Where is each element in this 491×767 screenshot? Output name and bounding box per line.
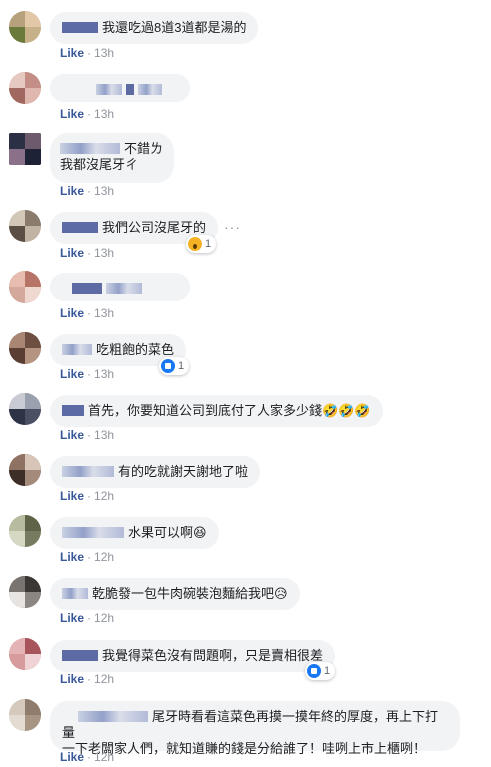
commenter-name-blurred[interactable] (62, 222, 98, 233)
reaction-count: 1 (178, 360, 185, 372)
emoji-rofl: 🤣🤣🤣 (322, 404, 371, 419)
comment-bubble: 不錯ㄌ 我都沒尾牙ㄔ (50, 133, 174, 183)
comment-text: 水果可以啊 (128, 525, 194, 540)
commenter-name-blurred (126, 84, 134, 95)
comment-meta: Like · 12h (60, 611, 115, 625)
avatar[interactable] (9, 72, 41, 104)
comment-meta: Like · 12h (60, 672, 115, 686)
comment-time[interactable]: 12h (94, 489, 114, 503)
comment-bubble: 我還吃過8道3道都是湯的 (50, 12, 259, 44)
comment-meta: Like · 12h (60, 750, 115, 764)
commenter-name-blurred[interactable] (62, 344, 92, 355)
avatar[interactable] (9, 11, 41, 43)
commenter-name-blurred[interactable] (60, 143, 120, 154)
commenter-name-blurred[interactable] (62, 588, 88, 599)
like-link[interactable]: Like (60, 611, 84, 625)
comment-meta: Like · 13h (60, 184, 115, 198)
more-options-icon[interactable]: ··· (224, 219, 241, 235)
commenter-name-blurred[interactable] (62, 405, 84, 416)
avatar[interactable] (9, 515, 41, 547)
comment-text: 乾脆發一包牛肉碗裝泡麵給我吧 (92, 586, 275, 601)
commenter-name-blurred[interactable] (96, 84, 122, 95)
comment-text: 我還吃過8道3道都是湯的 (102, 20, 247, 35)
emoji-laughing: 😆 (193, 526, 207, 541)
comment-meta: Like · 13h (60, 46, 115, 60)
reaction-count: 1 (324, 665, 331, 677)
comment-text-line2: 我都沒尾牙ㄔ (60, 157, 139, 172)
comment-text-blurred (106, 283, 142, 294)
comment-bubble (50, 273, 190, 301)
comment-text-line2: 一下老闆家人們，就知道賺的錢是分給誰了！哇咧上市上櫃咧！ (62, 741, 427, 756)
commenter-name-blurred[interactable] (72, 283, 102, 294)
comment-bubble: 首先，你要知道公司到底付了人家多少錢🤣🤣🤣 (50, 395, 383, 427)
avatar[interactable] (9, 699, 41, 731)
comment-text-blurred (138, 84, 162, 95)
like-link[interactable]: Like (60, 107, 84, 121)
commenter-name-blurred[interactable] (78, 711, 148, 722)
like-link[interactable]: Like (60, 246, 84, 260)
comment-time[interactable]: 13h (94, 306, 114, 320)
commenter-name-blurred[interactable] (62, 527, 124, 538)
like-icon (161, 359, 175, 373)
like-link[interactable]: Like (60, 184, 84, 198)
comment-meta: Like · 13h (60, 107, 115, 121)
like-link[interactable]: Like (60, 46, 84, 60)
comment-bubble: 我覺得菜色沒有問題啊，只是賣相很差 (50, 640, 336, 672)
comment-meta: Like · 13h (60, 306, 115, 320)
comment-time[interactable]: 13h (94, 367, 114, 381)
comment-time[interactable]: 12h (94, 611, 114, 625)
comment-text: 我覺得菜色沒有問題啊，只是賣相很差 (102, 648, 324, 663)
commenter-name-blurred[interactable] (62, 650, 98, 661)
avatar[interactable] (9, 271, 41, 303)
comment-time[interactable]: 13h (94, 246, 114, 260)
avatar[interactable] (9, 133, 41, 165)
emoji-sad: 😥 (274, 587, 288, 602)
like-link[interactable]: Like (60, 367, 84, 381)
comment-text: 我們公司沒尾牙的 (102, 220, 207, 235)
comment-time[interactable]: 13h (94, 184, 114, 198)
comment-text: 首先，你要知道公司到底付了人家多少錢 (88, 403, 323, 418)
comment-meta: Like · 13h (60, 428, 115, 442)
commenter-name-blurred[interactable] (62, 466, 114, 477)
like-link[interactable]: Like (60, 550, 84, 564)
comment-meta: Like · 13h (60, 367, 115, 381)
avatar[interactable] (9, 332, 41, 364)
comment-bubble: 水果可以啊😆 (50, 517, 219, 549)
reaction-count: 1 (205, 238, 212, 250)
like-link[interactable]: Like (60, 672, 84, 686)
comment-text: 有的吃就謝天謝地了啦 (118, 464, 249, 479)
like-icon (307, 664, 321, 678)
comment-time[interactable]: 13h (94, 107, 114, 121)
comment-time[interactable]: 12h (94, 550, 114, 564)
reaction-summary[interactable]: 1 (186, 235, 217, 253)
commenter-name-blurred[interactable] (62, 22, 98, 33)
avatar[interactable] (9, 393, 41, 425)
reaction-summary[interactable]: 1 (305, 662, 336, 680)
avatar[interactable] (9, 454, 41, 486)
like-link[interactable]: Like (60, 428, 84, 442)
comment-time[interactable]: 13h (94, 428, 114, 442)
comment-meta: Like · 13h (60, 246, 115, 260)
comment-bubble: 尾牙時看看這菜色再摸一摸年終的厚度，再上下打量 一下老闆家人們，就知道賺的錢是分… (50, 701, 460, 756)
comment-text: 吃粗飽的菜色 (96, 342, 175, 357)
comment-time[interactable]: 12h (94, 750, 114, 764)
comment-bubble (50, 74, 190, 102)
avatar[interactable] (9, 576, 41, 608)
comment-text-line1: 不錯ㄌ (124, 141, 164, 156)
like-link[interactable]: Like (60, 750, 84, 764)
avatar[interactable] (9, 638, 41, 670)
like-link[interactable]: Like (60, 306, 84, 320)
comment-meta: Like · 12h (60, 550, 115, 564)
like-link[interactable]: Like (60, 489, 84, 503)
comment-meta: Like · 12h (60, 489, 115, 503)
comment-time[interactable]: 12h (94, 672, 114, 686)
comment-bubble: 有的吃就謝天謝地了啦 (50, 456, 261, 488)
wow-icon (188, 237, 202, 251)
comment-bubble: 乾脆發一包牛肉碗裝泡麵給我吧😥 (50, 578, 300, 610)
reaction-summary[interactable]: 1 (159, 357, 190, 375)
avatar[interactable] (9, 210, 41, 242)
comment-time[interactable]: 13h (94, 46, 114, 60)
